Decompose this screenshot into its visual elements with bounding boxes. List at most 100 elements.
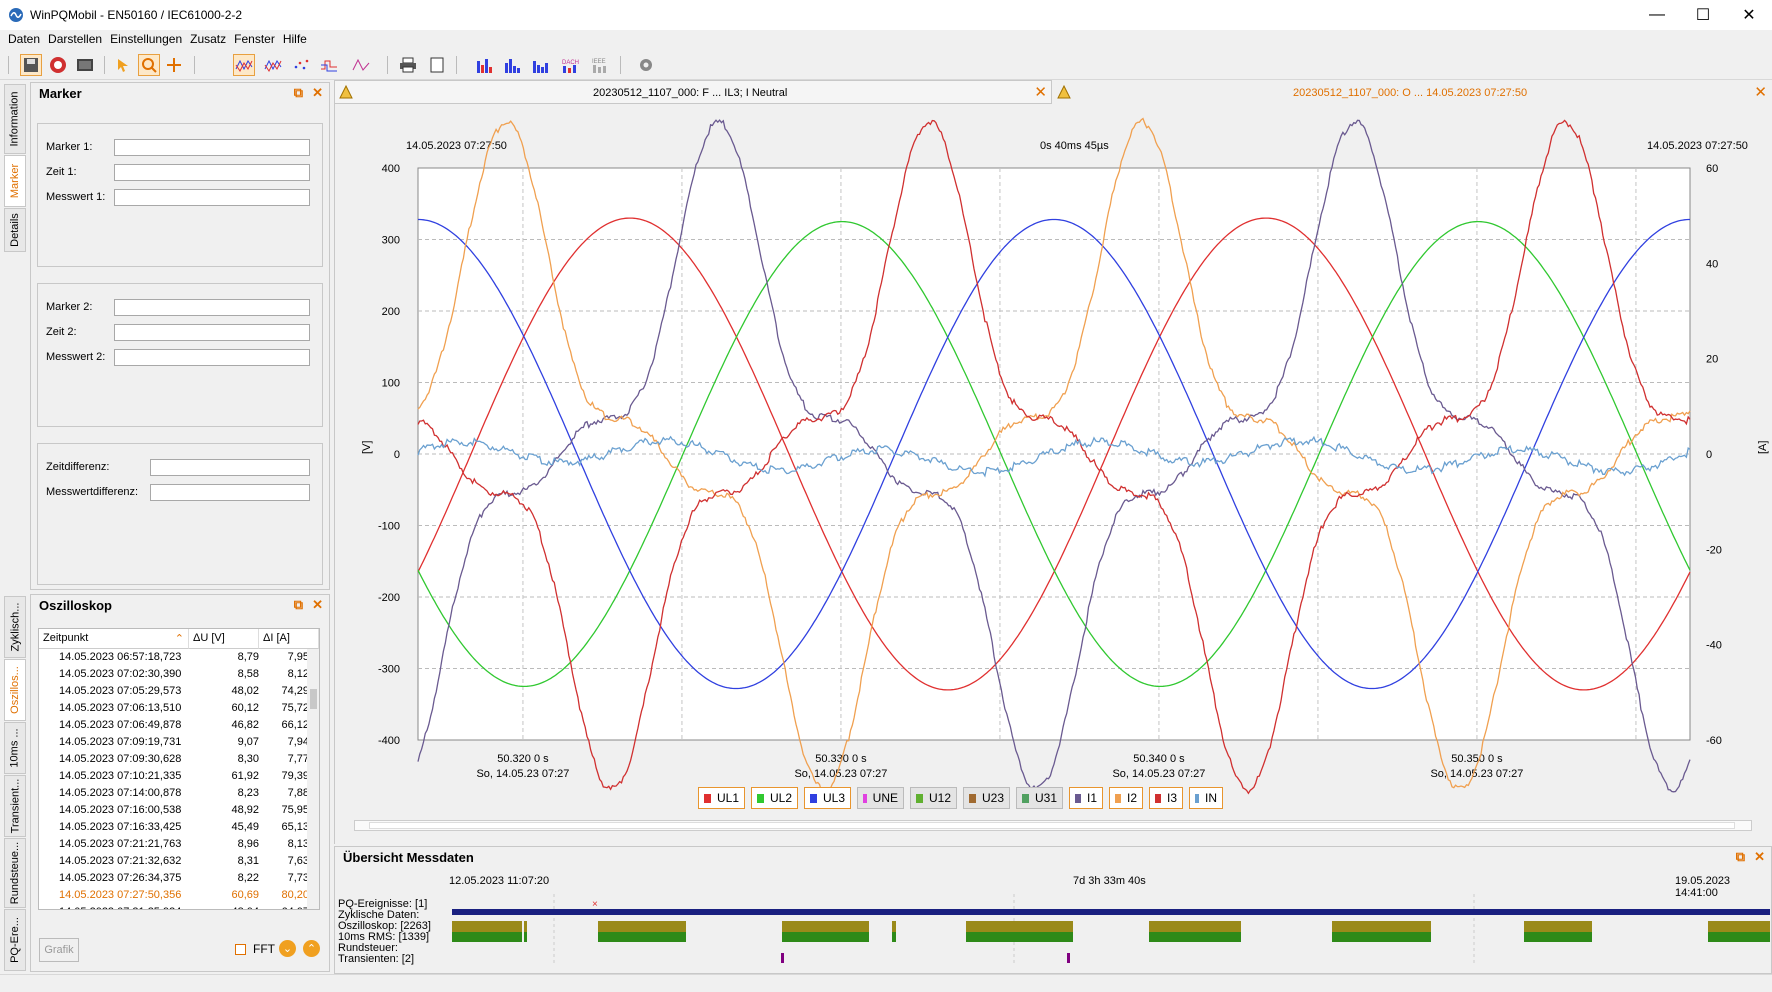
table-row[interactable]: 14.05.2023 06:57:18,723 8,79 7,95: [39, 650, 309, 667]
messwert1-field[interactable]: [114, 189, 310, 206]
wave-view-2-icon[interactable]: [262, 54, 284, 76]
close-tab-icon[interactable]: ✕: [1754, 83, 1767, 101]
tab-pq-ereignisse[interactable]: PQ-Ere...: [4, 909, 26, 971]
step-view-icon[interactable]: [318, 54, 340, 76]
scroll-up-icon[interactable]: ⌃: [303, 940, 320, 957]
tab-10ms[interactable]: 10ms ...: [4, 722, 26, 774]
table-row[interactable]: 14.05.2023 07:02:30,390 8,58 8,12: [39, 667, 309, 684]
table-row[interactable]: 14.05.2023 07:05:29,573 48,02 74,29: [39, 684, 309, 701]
menu-einstellungen[interactable]: Einstellungen: [106, 30, 186, 48]
table-row[interactable]: 14.05.2023 07:10:21,335 61,92 79,39: [39, 769, 309, 786]
table-row[interactable]: 14.05.2023 07:21:32,632 8,31 7,63: [39, 854, 309, 871]
settings-gear-icon[interactable]: [635, 54, 657, 76]
legend-une[interactable]: UNE: [857, 787, 904, 809]
table-row[interactable]: 14.05.2023 07:14:00,878 8,23 7,88: [39, 786, 309, 803]
difference-group: Zeitdifferenz: Messwertdifferenz:: [37, 443, 323, 585]
minimize-button[interactable]: —: [1634, 0, 1680, 30]
table-row[interactable]: 14.05.2023 07:26:34,375 8,22 7,73: [39, 871, 309, 888]
record-icon[interactable]: [47, 54, 69, 76]
restore-icon[interactable]: ⧉: [294, 85, 303, 101]
legend-u12[interactable]: U12: [910, 787, 957, 809]
warning-icon: [339, 85, 353, 99]
legend-swatch: [1155, 793, 1161, 803]
chart-scrollbar[interactable]: [354, 820, 1752, 831]
close-panel-icon[interactable]: ✕: [1754, 849, 1765, 865]
table-row[interactable]: 14.05.2023 07:16:00,538 48,92 75,95: [39, 803, 309, 820]
legend-in[interactable]: IN: [1189, 787, 1223, 809]
zoom-icon[interactable]: [138, 54, 160, 76]
pan-icon[interactable]: [163, 54, 185, 76]
zeit2-field[interactable]: [114, 324, 310, 341]
zeit1-field[interactable]: [114, 164, 310, 181]
maximize-button[interactable]: ☐: [1680, 0, 1726, 30]
tab-zyklisch[interactable]: Zyklisch...: [4, 596, 26, 658]
close-panel-icon[interactable]: ✕: [312, 85, 323, 101]
wave-view-1-icon[interactable]: [233, 54, 255, 76]
menu-darstellen[interactable]: Darstellen: [44, 30, 106, 48]
grafik-button[interactable]: Grafik: [39, 938, 79, 962]
menu-fenster[interactable]: Fenster: [230, 30, 279, 48]
legend-ul1[interactable]: UL1: [698, 787, 745, 809]
overview-timeline[interactable]: ×: [452, 894, 1770, 966]
harmonics-u-icon[interactable]: [502, 54, 524, 76]
table-row[interactable]: 14.05.2023 07:06:49,878 46,82 66,12: [39, 718, 309, 735]
print-icon[interactable]: [397, 54, 419, 76]
table-row[interactable]: 14.05.2023 07:09:19,731 9,07 7,94: [39, 735, 309, 752]
pointer-icon[interactable]: [112, 54, 134, 76]
messwertdifferenz-field[interactable]: [150, 484, 310, 501]
legend-i3[interactable]: I3: [1149, 787, 1183, 809]
column-zeitpunkt[interactable]: Zeitpunkt ⌃: [39, 629, 189, 649]
legend-ul3[interactable]: UL3: [804, 787, 851, 809]
legend-i1[interactable]: I1: [1069, 787, 1103, 809]
restore-icon[interactable]: ⧉: [1736, 849, 1745, 865]
tab-transienten[interactable]: Transient...: [4, 775, 26, 837]
dach-cz-icon[interactable]: DACH: [560, 54, 582, 76]
close-button[interactable]: ✕: [1726, 0, 1772, 30]
restore-icon[interactable]: ⧉: [294, 597, 303, 613]
monitor-icon[interactable]: [74, 54, 96, 76]
column-delta-u[interactable]: ΔU [V]: [189, 629, 259, 649]
table-row[interactable]: 14.05.2023 07:27:50,356 60,69 80,20: [39, 888, 309, 905]
harmonics-i-icon[interactable]: [530, 54, 552, 76]
fft-checkbox[interactable]: [235, 944, 246, 955]
ieee-icon[interactable]: IEEE: [590, 54, 612, 76]
page-icon[interactable]: [426, 54, 448, 76]
marker1-field[interactable]: [114, 139, 310, 156]
table-scrollbar[interactable]: [307, 649, 319, 909]
doc-tab-oscilloscope[interactable]: 20230512_1107_000: O ... 14.05.2023 07:2…: [1052, 80, 1772, 104]
scatter-view-icon[interactable]: [290, 54, 312, 76]
legend-ul2[interactable]: UL2: [751, 787, 798, 809]
tab-rundsteuer[interactable]: Rundsteue...: [4, 838, 26, 908]
y-right-tick-label: -40: [1706, 640, 1722, 652]
table-row[interactable]: 14.05.2023 07:21:21,763 8,96 8,13: [39, 837, 309, 854]
bar-view-icon[interactable]: [350, 54, 372, 76]
menu-daten[interactable]: Daten: [4, 30, 44, 48]
menu-hilfe[interactable]: Hilfe: [279, 30, 311, 48]
legend-u23[interactable]: U23: [963, 787, 1010, 809]
marker2-field[interactable]: [114, 299, 310, 316]
tab-marker[interactable]: Marker: [4, 155, 26, 207]
tab-oszilloskop[interactable]: Oszillos...: [4, 659, 26, 721]
oscilloscope-chart[interactable]: 4003002001000-100-200-300-400 6040200-20…: [334, 104, 1772, 844]
close-tab-icon[interactable]: ✕: [1034, 83, 1047, 101]
table-row[interactable]: 14.05.2023 07:09:30,628 8,30 7,77: [39, 752, 309, 769]
close-panel-icon[interactable]: ✕: [312, 597, 323, 613]
tab-details[interactable]: Details: [4, 208, 26, 252]
zeitdifferenz-field[interactable]: [150, 459, 310, 476]
legend-i2[interactable]: I2: [1109, 787, 1143, 809]
table-row[interactable]: 14.05.2023 07:06:13,510 60,12 75,72: [39, 701, 309, 718]
cell-zeitpunkt: 14.05.2023 07:16:33,425: [59, 821, 182, 833]
cell-delta-i: 75,72: [281, 702, 309, 714]
harmonics-chart-icon[interactable]: [474, 54, 496, 76]
legend-u31[interactable]: U31: [1016, 787, 1063, 809]
scroll-down-icon[interactable]: ⌄: [279, 940, 296, 957]
tab-information[interactable]: Information: [4, 84, 26, 154]
cell-delta-u: 8,31: [237, 855, 259, 867]
doc-tab-filter[interactable]: 20230512_1107_000: F ... IL3; I Neutral …: [334, 80, 1052, 104]
messwert2-field[interactable]: [114, 349, 310, 366]
table-row[interactable]: 14.05.2023 07:31:35,934 48,04 64,07: [39, 905, 309, 909]
save-icon[interactable]: [20, 54, 42, 76]
table-row[interactable]: 14.05.2023 07:16:33,425 45,49 65,13: [39, 820, 309, 837]
menu-zusatz[interactable]: Zusatz: [186, 30, 230, 48]
column-delta-i[interactable]: ΔI [A]: [259, 629, 319, 649]
